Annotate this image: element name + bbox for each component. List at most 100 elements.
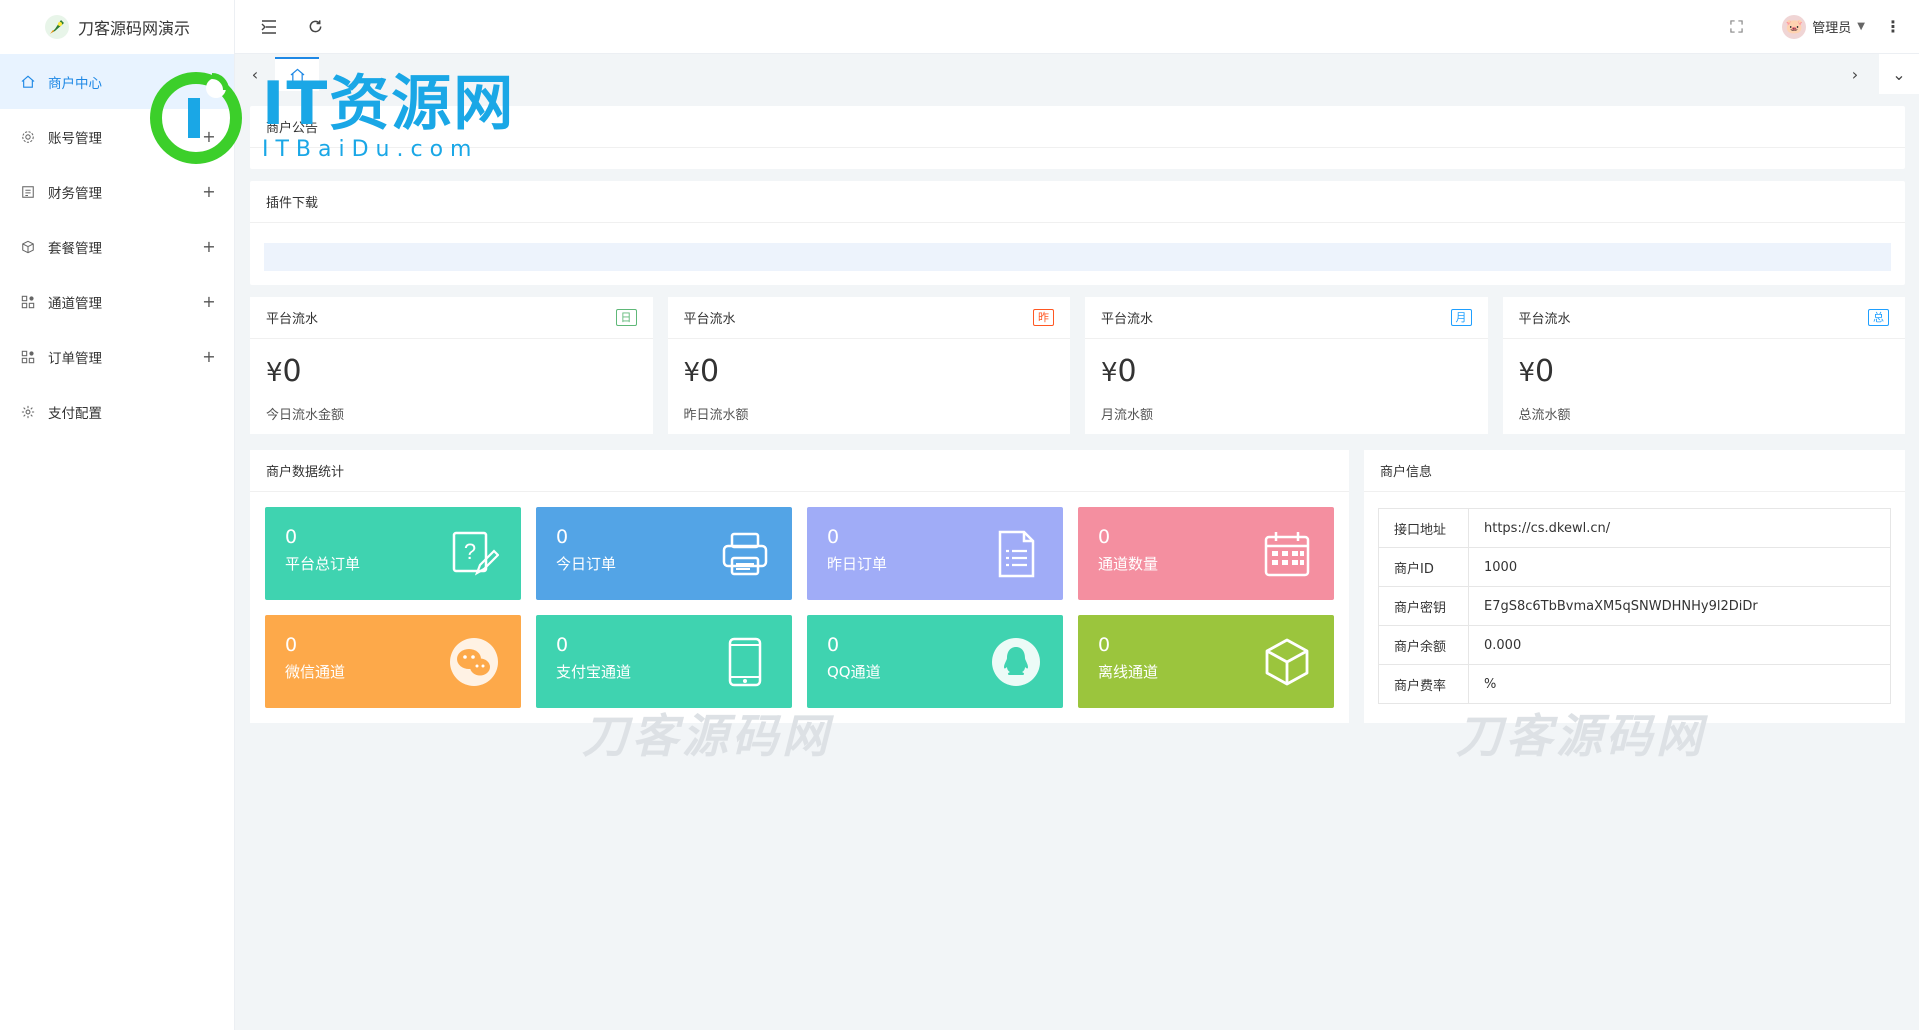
revenue-card-total: 平台流水 总 ¥0 总流水额 (1502, 297, 1906, 435)
merchant-info-table: 接口地址 https://cs.dkewl.cn/商户ID 1000 商户密钥 E7gS… (1378, 508, 1891, 704)
expand-plus-icon[interactable]: + (202, 292, 216, 311)
info-key: 商户密钥 (1378, 586, 1469, 626)
stat-tile-offline-channel[interactable]: 0 离线通道 (1078, 615, 1334, 708)
sidebar-item-label: 支付配置 (48, 405, 102, 422)
plugin-bar (264, 243, 1891, 271)
calendar-icon (1262, 529, 1312, 579)
top-header: 🐷 管理员 ▼ ⋮ (235, 0, 1919, 54)
tab-home[interactable] (275, 57, 319, 91)
stat-tile-channel-count[interactable]: 0 通道数量 (1078, 507, 1334, 600)
info-key: 商户ID (1378, 547, 1469, 587)
sidebar-item-label: 商户中心 (48, 75, 102, 92)
menu-collapse-icon[interactable] (253, 11, 285, 43)
revenue-card-body: ¥0 昨日流水额 (668, 339, 1071, 435)
period-badge: 昨 (1033, 309, 1054, 326)
svg-text:?: ? (464, 539, 476, 564)
revenue-card-today: 平台流水 日 ¥0 今日流水金额 (250, 297, 653, 434)
printer-icon (720, 529, 770, 579)
revenue-card-head: 平台流水 日 (250, 297, 653, 339)
sidebar-item-package-management[interactable]: 套餐管理 + (0, 219, 234, 274)
revenue-value: 0 (700, 354, 720, 389)
notice-title: 商户公告 (250, 106, 1905, 148)
revenue-card-body: ¥0 月流水额 (1085, 339, 1488, 435)
sidebar-item-order-management[interactable]: 订单管理 + (0, 329, 234, 384)
expand-plus-icon[interactable]: + (202, 182, 216, 201)
period-badge: 月 (1450, 309, 1472, 326)
currency-symbol: ¥ (683, 358, 701, 388)
info-value: 1000 (1468, 547, 1891, 587)
merchant-info-title: 商户信息 (1364, 450, 1905, 492)
revenue-card-body: ¥0 总流水额 (1503, 339, 1906, 435)
app-brand: 刀客源码网演示 (77, 19, 190, 38)
expand-plus-icon[interactable]: + (202, 237, 216, 256)
sidebar-item-payment-config[interactable]: 支付配置 (0, 384, 234, 439)
info-key: 接口地址 (1378, 508, 1469, 548)
main-content: 商户公告 插件下载 平台流水日 ¥0 今日流水金额 平台流水昨 ¥0 昨日流水额 平台流水月… (250, 106, 1905, 723)
currency-symbol: ¥ (1101, 358, 1118, 388)
info-key: 商户费率 (1378, 664, 1469, 704)
revenue-value: 0 (1535, 354, 1555, 389)
fullscreen-icon[interactable] (1720, 11, 1752, 43)
tabs-bar: ‹ › ⌄ (235, 54, 1919, 94)
info-key: 商户余额 (1378, 625, 1469, 665)
revenue-card-title: 平台流水 (1518, 312, 1571, 327)
revenue-value: 0 (1117, 354, 1137, 389)
revenue-label: 昨日流水额 (683, 408, 749, 423)
stat-tiles: 0 平台总订单? 0 今日订单 0 昨日订单 0 通道数量 0 微信通道 0 支付宝通道 0 QQ通道 0 离… (250, 492, 1349, 713)
info-value: https://cs.dkewl.cn/ (1468, 508, 1891, 548)
info-row-merchant-balance: 商户余额 0.000 (1378, 625, 1891, 665)
stat-tile-qq-channel[interactable]: 0 QQ通道 (807, 615, 1063, 708)
info-value: % (1468, 664, 1891, 704)
stat-row: 平台流水日 ¥0 今日流水金额 平台流水昨 ¥0 昨日流水额 平台流水月 ¥0 月流水额 平台流水… (250, 297, 1905, 434)
sidebar-item-label: 套餐管理 (48, 240, 102, 257)
qq-icon (991, 637, 1041, 687)
gear-icon (20, 129, 36, 145)
sidebar-item-label: 订单管理 (48, 350, 102, 367)
sidebar-menu: 商户中心账号管理 + 财务管理 + 套餐管理 + 通道管理 + 订单管理 + 支付配置 (0, 54, 234, 439)
sidebar-item-channel-management[interactable]: 通道管理 + (0, 274, 234, 329)
tab-prev-icon[interactable]: ‹ (235, 54, 275, 94)
revenue-amount: ¥0 (1101, 351, 1472, 394)
rocket-icon (44, 15, 69, 39)
stat-tile-wechat-channel[interactable]: 0 微信通道 (265, 615, 521, 708)
cube-icon (1262, 637, 1312, 687)
info-row-merchant-id: 商户ID 1000 (1378, 547, 1891, 587)
period-badge: 日 (615, 309, 637, 326)
avatar: 🐷 (1782, 14, 1807, 39)
admin-name: 管理员 (1812, 21, 1852, 36)
period-badge: 总 (1868, 309, 1889, 326)
finance-icon (20, 184, 36, 200)
caret-down-icon: ▼ (1857, 21, 1865, 32)
sidebar-item-account-management[interactable]: 账号管理 + (0, 109, 234, 164)
home-icon (290, 68, 304, 82)
tab-next-icon[interactable]: › (1835, 54, 1875, 94)
merchant-stats-title: 商户数据统计 (250, 450, 1349, 492)
currency-symbol: ¥ (1518, 358, 1536, 388)
expand-plus-icon[interactable]: + (202, 347, 216, 366)
sidebar-item-label: 通道管理 (48, 295, 102, 312)
admin-menu[interactable]: 🐷 管理员 ▼ (1782, 14, 1865, 39)
merchant-info-card: 商户信息 接口地址 https://cs.dkewl.cn/商户ID 1000 商户密… (1364, 450, 1905, 723)
revenue-card-head: 平台流水 月 (1085, 297, 1488, 339)
tab-dropdown-icon[interactable]: ⌄ (1879, 54, 1919, 94)
sidebar-item-merchant-center[interactable]: 商户中心 (0, 54, 234, 109)
app-logo[interactable]: 刀客源码网演示 (0, 0, 234, 54)
stat-tile-yesterday-orders[interactable]: 0 昨日订单 (807, 507, 1063, 600)
stat-tile-total-orders[interactable]: 0 平台总订单? (265, 507, 521, 600)
revenue-card-month: 平台流水 月 ¥0 月流水额 (1085, 297, 1488, 434)
package-icon (20, 239, 36, 255)
refresh-icon[interactable] (299, 11, 331, 43)
sidebar-item-finance-management[interactable]: 财务管理 + (0, 164, 234, 219)
revenue-amount: ¥0 (1519, 351, 1890, 394)
stat-tile-today-orders[interactable]: 0 今日订单 (536, 507, 792, 600)
expand-plus-icon[interactable]: + (202, 127, 216, 146)
revenue-card-title: 平台流水 (266, 312, 319, 327)
info-value: E7gS8c6TbBvmaXM5qSNWDHNHy9l2DiDr (1468, 586, 1891, 626)
currency-symbol: ¥ (266, 358, 283, 388)
revenue-card-head: 平台流水 昨 (667, 297, 1070, 339)
bottom-row: 商户数据统计 0 平台总订单? 0 今日订单 0 昨日订单 0 通道数量 0 微信通道 0 支付宝通道… (250, 450, 1905, 723)
info-row-merchant-key: 商户密钥 E7gS8c6TbBvmaXM5qSNWDHNHy9l2DiDr (1378, 586, 1891, 626)
more-vertical-icon[interactable]: ⋮ (1885, 17, 1901, 36)
question-edit-icon: ? (449, 529, 500, 579)
stat-tile-alipay-channel[interactable]: 0 支付宝通道 (536, 615, 792, 708)
